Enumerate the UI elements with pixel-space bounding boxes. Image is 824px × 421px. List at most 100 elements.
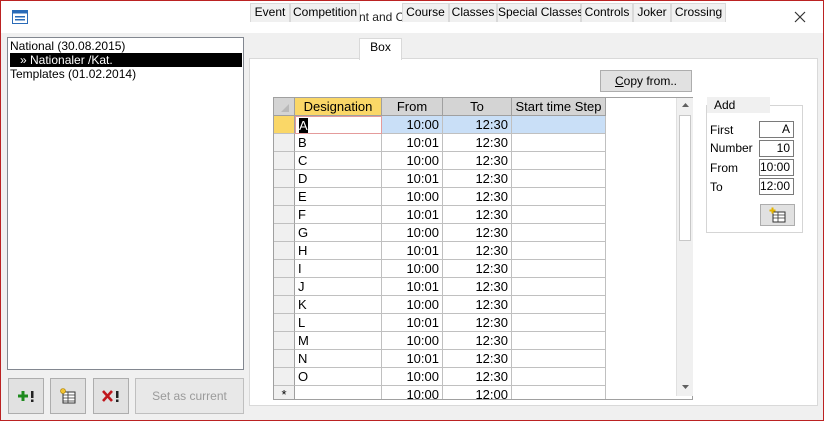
table-row[interactable]: G 10:00 12:30 — [274, 224, 678, 242]
cell-f[interactable]: 10:00 — [382, 224, 443, 242]
tree-item-national[interactable]: National (30.08.2015) — [10, 39, 125, 53]
cell-d[interactable]: L — [295, 314, 382, 332]
tab-competition[interactable]: Competition — [290, 3, 360, 22]
tab-joker[interactable]: Joker — [633, 3, 671, 22]
cell-d[interactable]: K — [295, 296, 382, 314]
cell-s[interactable] — [512, 188, 606, 206]
cell-f[interactable]: 10:00 — [382, 260, 443, 278]
table-row[interactable]: L 10:01 12:30 — [274, 314, 678, 332]
cell-t[interactable]: 12:30 — [443, 278, 512, 296]
cell-f[interactable]: 10:01 — [382, 242, 443, 260]
cell-f[interactable]: 10:00 — [382, 296, 443, 314]
cell-f[interactable]: 10:01 — [382, 278, 443, 296]
scrollbar-thumb[interactable] — [679, 115, 691, 241]
new-cell-f[interactable]: 10:00 — [382, 386, 443, 399]
tab-classes[interactable]: Classes — [449, 3, 497, 22]
cell-f[interactable]: 10:01 — [382, 134, 443, 152]
new-cell-d[interactable] — [295, 386, 382, 399]
cell-s[interactable] — [512, 116, 606, 134]
cell-t[interactable]: 12:30 — [443, 332, 512, 350]
cell-t[interactable]: 12:30 — [443, 314, 512, 332]
col-to[interactable]: To — [443, 98, 512, 116]
cell-f[interactable]: 10:00 — [382, 116, 443, 134]
tree-item-nationaler[interactable]: » Nationaler /Kat. — [10, 53, 242, 67]
tab-crossing[interactable]: Crossing — [671, 3, 726, 22]
cell-s[interactable] — [512, 224, 606, 242]
cell-d[interactable]: C — [295, 152, 382, 170]
cell-d[interactable]: H — [295, 242, 382, 260]
cell-f[interactable]: 10:01 — [382, 206, 443, 224]
cell-f[interactable]: 10:00 — [382, 152, 443, 170]
cell-f[interactable]: 10:00 — [382, 188, 443, 206]
cell-t[interactable]: 12:30 — [443, 242, 512, 260]
cell-t[interactable]: 12:30 — [443, 170, 512, 188]
cell-s[interactable] — [512, 206, 606, 224]
cell-s[interactable] — [512, 170, 606, 188]
cell-d[interactable]: F — [295, 206, 382, 224]
set-as-current-button[interactable]: Set as current — [135, 378, 244, 414]
cell-d[interactable]: A — [295, 116, 382, 134]
cell-d[interactable]: E — [295, 188, 382, 206]
cell-t[interactable]: 12:30 — [443, 188, 512, 206]
cell-s[interactable] — [512, 242, 606, 260]
cell-t[interactable]: 12:30 — [443, 134, 512, 152]
cell-s[interactable] — [512, 368, 606, 386]
cell-t[interactable]: 12:30 — [443, 116, 512, 134]
new-cell-t[interactable]: 12:00 — [443, 386, 512, 399]
scroll-up-icon[interactable] — [677, 98, 694, 112]
cell-s[interactable] — [512, 152, 606, 170]
box-grid[interactable]: Designation From To Start time Step A 10:… — [273, 97, 693, 400]
cell-t[interactable]: 12:30 — [443, 350, 512, 368]
table-row[interactable]: K 10:00 12:30 — [274, 296, 678, 314]
cell-t[interactable]: 12:30 — [443, 296, 512, 314]
cell-t[interactable]: 12:30 — [443, 206, 512, 224]
cell-t[interactable]: 12:30 — [443, 224, 512, 242]
cell-f[interactable]: 10:01 — [382, 170, 443, 188]
cell-d[interactable]: D — [295, 170, 382, 188]
tab-special-classes[interactable]: Special Classes — [497, 3, 583, 22]
number-field[interactable]: 10 — [759, 140, 794, 157]
table-row[interactable]: D 10:01 12:30 — [274, 170, 678, 188]
cell-d[interactable]: I — [295, 260, 382, 278]
select-all-corner[interactable] — [274, 98, 295, 116]
table-row[interactable]: H 10:01 12:30 — [274, 242, 678, 260]
cell-f[interactable]: 10:01 — [382, 314, 443, 332]
event-tree[interactable]: National (30.08.2015) » Nationaler /Kat.… — [7, 37, 244, 370]
table-row[interactable]: B 10:01 12:30 — [274, 134, 678, 152]
table-row[interactable]: O 10:00 12:30 — [274, 368, 678, 386]
cell-s[interactable] — [512, 278, 606, 296]
cell-s[interactable] — [512, 260, 606, 278]
tree-item-templates[interactable]: Templates (01.02.2014) — [10, 67, 136, 81]
delete-event-button[interactable] — [93, 378, 129, 414]
cell-d[interactable]: M — [295, 332, 382, 350]
cell-d[interactable]: J — [295, 278, 382, 296]
cell-d[interactable]: N — [295, 350, 382, 368]
cell-t[interactable]: 12:30 — [443, 152, 512, 170]
cell-f[interactable]: 10:01 — [382, 350, 443, 368]
cell-s[interactable] — [512, 134, 606, 152]
table-row[interactable]: I 10:00 12:30 — [274, 260, 678, 278]
add-rows-button[interactable] — [760, 204, 795, 226]
col-designation[interactable]: Designation — [295, 98, 382, 116]
table-row[interactable]: J 10:01 12:30 — [274, 278, 678, 296]
close-button[interactable] — [777, 1, 823, 33]
cell-f[interactable]: 10:00 — [382, 332, 443, 350]
col-start-time-step[interactable]: Start time Step — [512, 98, 606, 116]
cell-t[interactable]: 12:30 — [443, 368, 512, 386]
cell-f[interactable]: 10:00 — [382, 368, 443, 386]
grid-vertical-scrollbar[interactable] — [676, 98, 693, 396]
table-row[interactable]: E 10:00 12:30 — [274, 188, 678, 206]
table-row[interactable]: F 10:01 12:30 — [274, 206, 678, 224]
copy-event-button[interactable] — [50, 378, 86, 414]
cell-s[interactable] — [512, 314, 606, 332]
table-row[interactable]: A 10:00 12:30 — [274, 116, 678, 134]
cell-s[interactable] — [512, 332, 606, 350]
cell-s[interactable] — [512, 296, 606, 314]
cell-d[interactable]: O — [295, 368, 382, 386]
cell-d[interactable]: G — [295, 224, 382, 242]
first-field[interactable]: A — [759, 121, 794, 138]
col-from[interactable]: From — [382, 98, 443, 116]
from-field[interactable]: 10:00 — [759, 159, 794, 176]
table-row[interactable]: C 10:00 12:30 — [274, 152, 678, 170]
tab-controls[interactable]: Controls — [581, 3, 633, 22]
